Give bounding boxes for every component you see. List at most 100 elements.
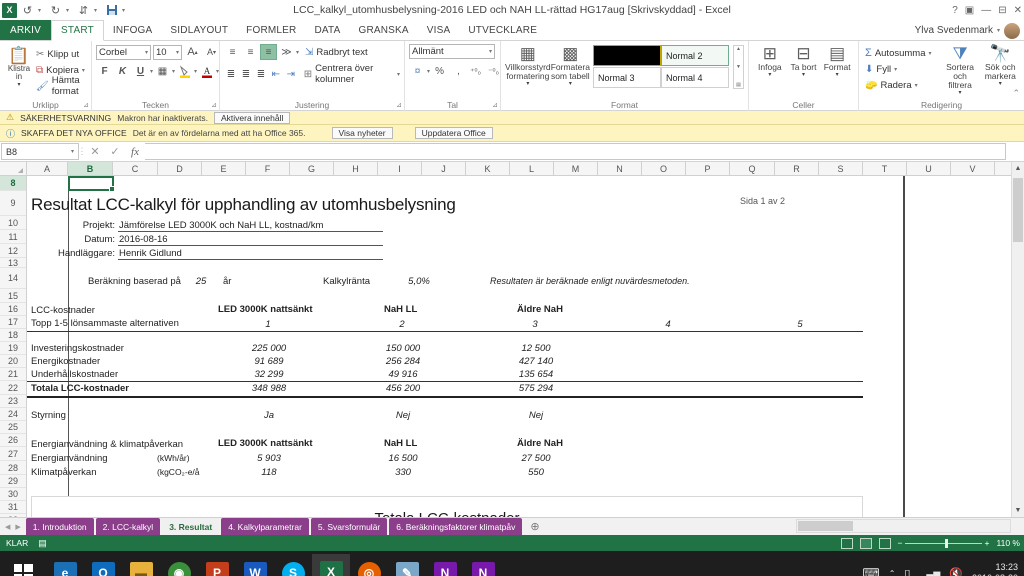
- decrease-font-size-button[interactable]: A ▾: [203, 44, 220, 60]
- paste-caret-icon[interactable]: ▾: [17, 82, 20, 88]
- column-header-R[interactable]: R: [775, 162, 819, 175]
- cut-button[interactable]: ✂ Klipp ut: [34, 46, 87, 62]
- increase-decimal-icon[interactable]: ⁺⁰₀: [467, 63, 484, 79]
- confirm-entry-icon[interactable]: ✓: [105, 142, 125, 161]
- align-top-icon[interactable]: ≡: [224, 44, 241, 60]
- cell-style-0[interactable]: [593, 45, 661, 66]
- tab-formler[interactable]: FORMLER: [237, 20, 305, 40]
- font-color-button[interactable]: A: [198, 63, 215, 79]
- column-header-H[interactable]: H: [334, 162, 378, 175]
- format-caret-icon[interactable]: ▾: [836, 72, 839, 78]
- zoom-out-button[interactable]: −: [898, 538, 903, 548]
- fill-color-button[interactable]: [176, 63, 193, 79]
- column-header-F[interactable]: F: [246, 162, 290, 175]
- select-all-corner[interactable]: [0, 162, 27, 175]
- cell-styles-gallery[interactable]: Normal 2 Normal 3 Normal 4: [593, 45, 733, 89]
- record-macro-icon[interactable]: ▤: [38, 538, 47, 549]
- column-header-O[interactable]: O: [642, 162, 686, 175]
- tab-visa[interactable]: VISA: [418, 20, 460, 40]
- sheet-tab-4-kalkylparametrar[interactable]: 4. Kalkylparametrar: [221, 518, 309, 535]
- zoom-level-label[interactable]: 110 %: [997, 538, 1020, 548]
- currency-caret-icon[interactable]: ▾: [427, 68, 430, 75]
- wrap-text-button[interactable]: Radbryt text: [316, 47, 367, 58]
- column-header-M[interactable]: M: [554, 162, 598, 175]
- copy-caret-icon[interactable]: ▾: [82, 67, 85, 74]
- tab-arkiv[interactable]: ARKIV: [0, 20, 52, 40]
- increase-font-size-button[interactable]: A ▴: [184, 44, 201, 60]
- avatar[interactable]: [1004, 22, 1020, 39]
- cell-style-normal4[interactable]: Normal 4: [661, 67, 729, 88]
- formula-input[interactable]: [145, 143, 1006, 160]
- row-header-8[interactable]: 8: [0, 176, 26, 191]
- row-header-24[interactable]: 24: [0, 408, 26, 421]
- ribbon-display-options-icon[interactable]: ▣: [965, 5, 974, 16]
- user-caret-icon[interactable]: ▾: [997, 27, 1000, 34]
- column-header-Q[interactable]: Q: [730, 162, 775, 175]
- zoom-in-button[interactable]: +: [985, 538, 990, 548]
- clear-caret-icon[interactable]: ▾: [915, 82, 918, 89]
- row-header-22[interactable]: 22: [0, 381, 26, 395]
- column-header-P[interactable]: P: [686, 162, 730, 175]
- row-header-28[interactable]: 28: [0, 461, 26, 475]
- column-header-E[interactable]: E: [202, 162, 246, 175]
- insert-function-icon[interactable]: fx: [125, 142, 145, 161]
- cancel-entry-icon[interactable]: ✕: [85, 142, 105, 161]
- sheet-tab-6-berakningsfaktorer[interactable]: 6. Beräkningsfaktorer klimatpåv: [389, 518, 523, 535]
- merge-center-button[interactable]: Centrera över kolumner: [315, 63, 394, 85]
- column-header-S[interactable]: S: [819, 162, 863, 175]
- font-color-caret-icon[interactable]: ▾: [216, 68, 219, 75]
- zoom-knob[interactable]: [945, 538, 949, 548]
- taskbar-item-chrome[interactable]: ◉: [160, 554, 198, 576]
- tab-infoga[interactable]: INFOGA: [104, 20, 162, 40]
- italic-button[interactable]: K: [114, 63, 131, 79]
- conditional-caret-icon[interactable]: ▾: [526, 81, 529, 87]
- row-header-9[interactable]: 9: [0, 191, 26, 216]
- percent-format-icon[interactable]: %: [431, 63, 448, 79]
- styles-scroll-up-icon[interactable]: ▲: [736, 46, 741, 52]
- paste-button[interactable]: 📋 Klistra in ▾: [1, 46, 37, 88]
- row-header-26[interactable]: 26: [0, 434, 26, 447]
- close-icon[interactable]: ✕: [1014, 5, 1022, 16]
- vertical-scrollbar[interactable]: ▲ ▼: [1011, 162, 1024, 517]
- table-caret-icon[interactable]: ▾: [569, 81, 572, 87]
- taskbar-item-firefox[interactable]: ◎: [350, 554, 388, 576]
- styles-scroll-down-icon[interactable]: ▼: [736, 64, 741, 70]
- underline-button[interactable]: U: [132, 63, 149, 79]
- user-account[interactable]: Ylva Svedenmark ▾: [915, 20, 1020, 41]
- scroll-up-icon[interactable]: ▲: [1012, 162, 1024, 175]
- name-box[interactable]: B8 ▾: [1, 143, 79, 160]
- decrease-decimal-icon[interactable]: ⁻⁰₀: [485, 63, 502, 79]
- column-header-G[interactable]: G: [290, 162, 334, 175]
- delete-caret-icon[interactable]: ▾: [802, 72, 805, 78]
- column-header-J[interactable]: J: [422, 162, 466, 175]
- view-page-layout-icon[interactable]: [859, 537, 872, 549]
- cell-style-normal2[interactable]: Normal 2: [661, 45, 729, 66]
- taskbar-item-outlook[interactable]: O: [84, 554, 122, 576]
- align-center-icon[interactable]: ≣: [239, 66, 253, 82]
- update-office-button[interactable]: Uppdatera Office: [414, 127, 493, 139]
- row-header-23[interactable]: 23: [0, 395, 26, 408]
- borders-caret-icon[interactable]: ▾: [172, 68, 175, 75]
- insert-cells-button[interactable]: ⊞ Infoga ▾: [753, 44, 787, 78]
- fill-button[interactable]: ⬇ Fyll ▾: [863, 61, 934, 77]
- sheet-tab-1-introduktion[interactable]: 1. Introduktion: [25, 518, 94, 535]
- delete-cells-button[interactable]: ⊟ Ta bort ▾: [787, 44, 821, 78]
- taskbar-item-excel[interactable]: X: [312, 554, 350, 576]
- horizontal-scrollbar[interactable]: [796, 519, 1011, 533]
- alignment-dialog-launcher-icon[interactable]: ⊿: [396, 101, 402, 109]
- sheet-tab-3-resultat[interactable]: 3. Resultat: [162, 518, 220, 535]
- network-icon[interactable]: ▁▃▅: [919, 568, 940, 576]
- comma-format-icon[interactable]: ,: [449, 63, 466, 79]
- sheet-nav-next-icon[interactable]: ▶: [15, 523, 20, 531]
- format-painter-button[interactable]: 🖌 Hämta format: [34, 75, 87, 97]
- row-header-25[interactable]: 25: [0, 421, 26, 434]
- column-header-K[interactable]: K: [466, 162, 510, 175]
- currency-format-icon[interactable]: ¤: [409, 63, 426, 79]
- taskbar-item-onenote[interactable]: N: [426, 554, 464, 576]
- row-header-27[interactable]: 27: [0, 447, 26, 461]
- font-name-select[interactable]: Corbel ▾: [96, 44, 151, 60]
- collapse-ribbon-icon[interactable]: ⌃: [1012, 88, 1020, 99]
- help-icon[interactable]: ?: [952, 5, 958, 16]
- row-header-31[interactable]: 31: [0, 501, 26, 514]
- tab-utvecklare[interactable]: UTVECKLARE: [459, 20, 546, 40]
